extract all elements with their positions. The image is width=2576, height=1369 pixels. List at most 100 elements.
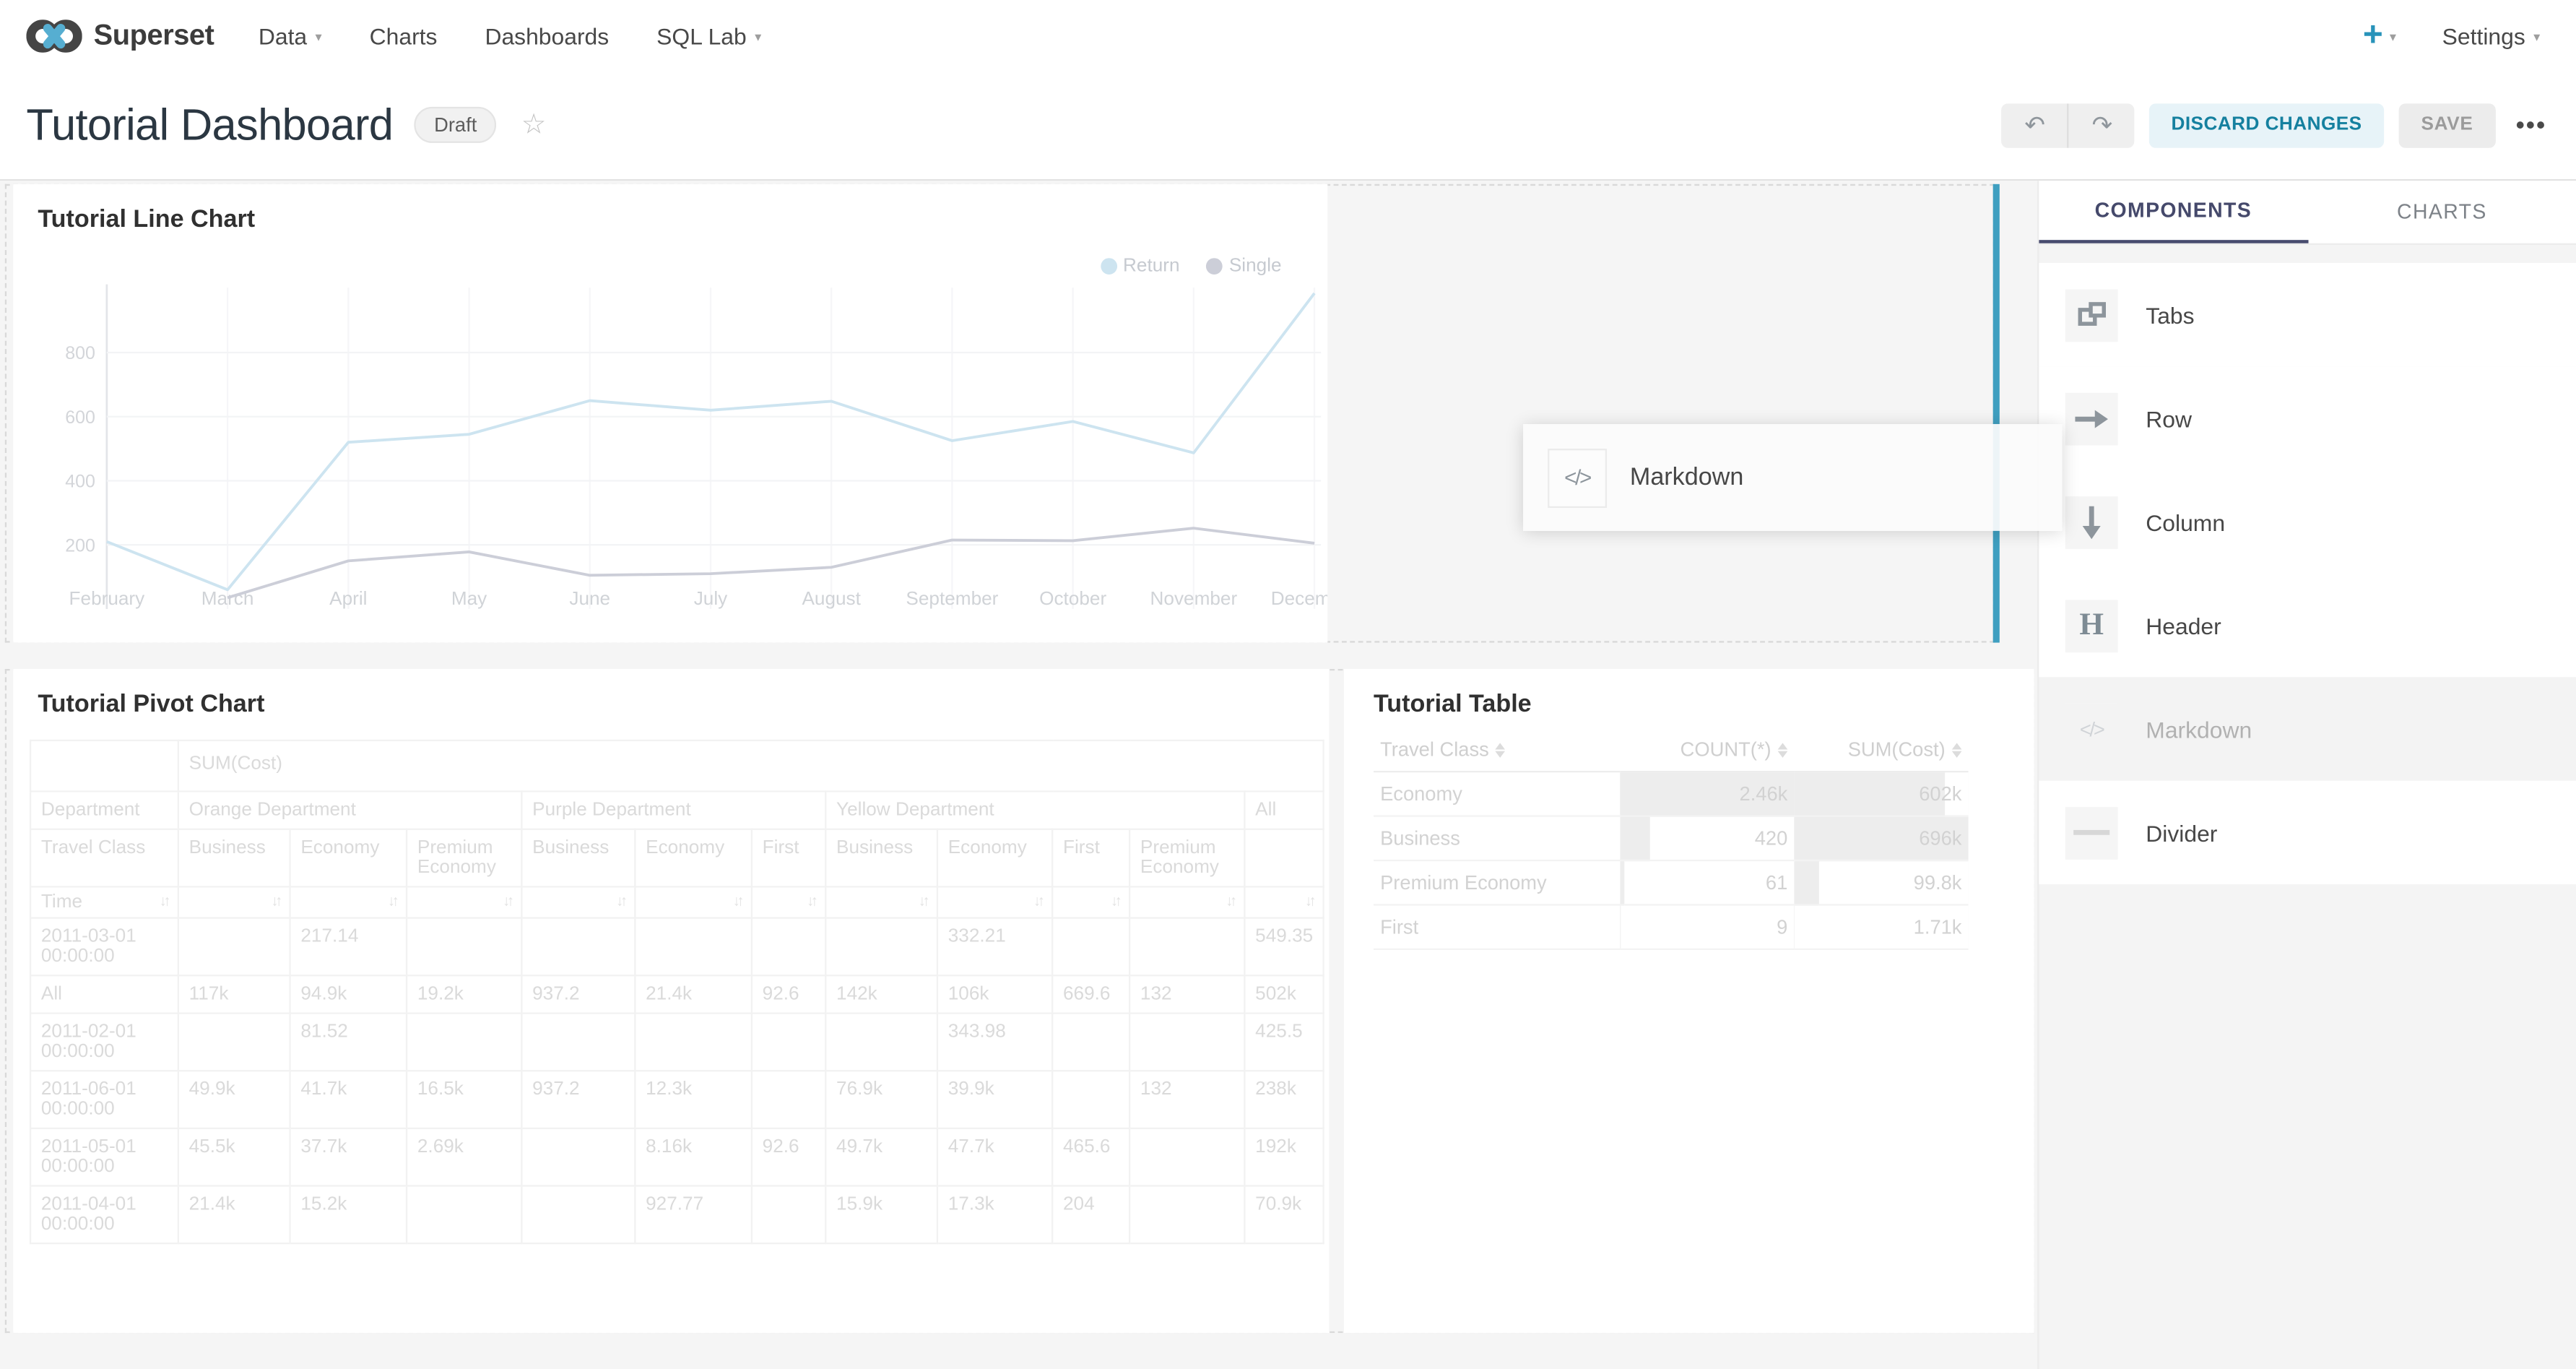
pivot-sub-column: Business xyxy=(825,829,937,887)
new-item-button[interactable]: + ▾ xyxy=(2363,18,2396,53)
pivot-row: All117k94.9k19.2k937.221.4k92.6142k106k6… xyxy=(30,975,1324,1013)
pivot-sub-column: Travel Class xyxy=(30,829,178,887)
settings-label: Settings xyxy=(2442,22,2525,48)
svg-text:400: 400 xyxy=(65,472,95,492)
svg-text:200: 200 xyxy=(65,535,95,556)
header-actions: ↶ ↷ DISCARD CHANGES SAVE ••• xyxy=(2002,103,2546,147)
sort-arrows-icon: ↓↑ xyxy=(1111,892,1119,909)
nav-item-dashboards[interactable]: Dashboards xyxy=(485,22,609,48)
sidebar-item-label: Column xyxy=(2146,509,2225,535)
svg-text:July: July xyxy=(694,587,728,609)
chevron-down-icon: ▾ xyxy=(755,30,761,44)
superset-infinity-icon xyxy=(26,14,82,56)
component-list: TabsRow Column HHeader</>MarkdownDivider xyxy=(2039,263,2576,884)
row-arrow-icon xyxy=(2065,392,2118,445)
markdown-icon: </> xyxy=(2065,703,2118,756)
pivot-col-group: Yellow Department xyxy=(825,791,1244,829)
chevron-down-icon: ▾ xyxy=(2390,30,2396,44)
table-header-count-[interactable]: COUNT(*) xyxy=(1620,728,1794,772)
tab-charts[interactable]: CHARTS xyxy=(2307,181,2576,243)
sort-arrows-icon: ↓↑ xyxy=(1226,892,1233,909)
pivot-row-label: 2011-03-01 00:00:00 xyxy=(30,918,178,976)
superset-logo[interactable]: Superset xyxy=(26,14,214,56)
sidebar-item-row[interactable]: Row xyxy=(2039,366,2576,470)
sidebar-item-tabs[interactable]: Tabs xyxy=(2039,263,2576,366)
discard-changes-button[interactable]: DISCARD CHANGES xyxy=(2150,103,2383,147)
chevron-down-icon: ▾ xyxy=(2533,30,2540,44)
sort-arrows-icon: ↓↑ xyxy=(616,892,624,909)
redo-button[interactable]: ↷ xyxy=(2068,103,2135,147)
pivot-row: 2011-04-01 00:00:0021.4k15.2k927.7715.9k… xyxy=(30,1186,1324,1243)
sort-arrows-icon: ↓↑ xyxy=(388,892,396,909)
svg-text:May: May xyxy=(451,587,487,609)
page-title[interactable]: Tutorial Dashboard xyxy=(26,100,393,151)
pivot-row-axis-sort[interactable]: Time↓↑ xyxy=(30,886,178,917)
pivot-column-sort[interactable]: ↓↑ xyxy=(290,886,407,917)
pivot-column-sort[interactable]: ↓↑ xyxy=(635,886,752,917)
pivot-column-sort[interactable]: ↓↑ xyxy=(407,886,521,917)
superset-app: Superset Data▾ Charts Dashboards SQL Lab▾ +… xyxy=(0,0,2576,1369)
pivot-sub-column: First xyxy=(752,829,825,887)
column-arrow-icon xyxy=(2065,496,2118,548)
svg-text:June: June xyxy=(569,587,610,609)
pivot-column-sort[interactable]: ↓↑ xyxy=(825,886,937,917)
pivot-column-sort[interactable]: ↓↑ xyxy=(178,886,290,917)
sidebar-item-header[interactable]: HHeader xyxy=(2039,574,2576,677)
pivot-column-sort[interactable]: ↓↑ xyxy=(521,886,635,917)
table-chart-card[interactable]: Tutorial Table Travel ClassCOUNT(*)SUM(C… xyxy=(1344,669,2034,1333)
sidebar-item-divider[interactable]: Divider xyxy=(2039,781,2576,884)
nav-item-data[interactable]: Data▾ xyxy=(259,22,322,48)
pivot-sub-column: Economy xyxy=(635,829,752,887)
pivot-chart-card[interactable]: Tutorial Pivot Chart SUM(Cost)Department… xyxy=(13,669,1329,1333)
table-row: Premium Economy6199.8k xyxy=(1374,860,1969,904)
sidebar-item-label: Header xyxy=(2146,612,2221,638)
pivot-col-group: All xyxy=(1244,791,1324,829)
sort-arrows-icon: ↓↑ xyxy=(1033,892,1041,909)
svg-text:February: February xyxy=(69,587,146,609)
sort-arrows-icon: ↓↑ xyxy=(271,892,279,909)
nav-item-charts[interactable]: Charts xyxy=(370,22,438,48)
line-chart-plot: 200400600800FebruaryMarchAprilMayJuneJul… xyxy=(13,271,1327,624)
nav-item-sql-lab[interactable]: SQL Lab▾ xyxy=(656,22,761,48)
dashboard-header: Tutorial Dashboard Draft ☆ ↶ ↷ DISCARD C… xyxy=(0,71,2576,181)
svg-text:December: December xyxy=(1271,587,1328,609)
sort-arrows-icon: ↓↑ xyxy=(733,892,741,909)
favorite-star-icon[interactable]: ☆ xyxy=(521,108,547,142)
svg-text:April: April xyxy=(329,587,367,609)
sort-arrows-icon: ↓↑ xyxy=(503,892,511,909)
dashboard-canvas: Tutorial Line Chart ReturnSingle 2004006… xyxy=(0,181,2037,1369)
line-chart-card[interactable]: Tutorial Line Chart ReturnSingle 2004006… xyxy=(13,184,1327,643)
pivot-column-sort[interactable]: ↓↑ xyxy=(1129,886,1244,917)
svg-text:800: 800 xyxy=(65,343,95,363)
more-options-button[interactable]: ••• xyxy=(2516,111,2547,139)
tab-components[interactable]: COMPONENTS xyxy=(2039,181,2307,243)
settings-menu[interactable]: Settings ▾ xyxy=(2442,22,2541,48)
pivot-col-group: Orange Department xyxy=(178,791,521,829)
drop-target-indicator xyxy=(1993,184,2000,643)
sidebar-tabs: COMPONENTS CHARTS xyxy=(2039,181,2576,245)
sort-arrows-icon: ↓↑ xyxy=(1305,892,1313,909)
pivot-row-label: All xyxy=(30,975,178,1013)
pivot-column-sort[interactable]: ↓↑ xyxy=(1052,886,1129,917)
chart-title: Tutorial Line Chart xyxy=(38,205,255,233)
undo-button[interactable]: ↶ xyxy=(2002,103,2068,147)
sidebar-item-column[interactable]: Column xyxy=(2039,470,2576,574)
svg-text:September: September xyxy=(906,587,998,609)
pivot-sub-column: Business xyxy=(178,829,290,887)
builder-sidebar: COMPONENTS CHARTS TabsRowColumnHHeader</… xyxy=(2037,181,2576,1369)
table-header-travel-class[interactable]: Travel Class xyxy=(1374,728,1620,772)
pivot-table: SUM(Cost)DepartmentOrange DepartmentPurp… xyxy=(30,740,1324,1244)
drag-ghost-label: Markdown xyxy=(1630,464,1743,492)
table-header-sum-cost-[interactable]: SUM(Cost) xyxy=(1794,728,1968,772)
sidebar-item-markdown[interactable]: </>Markdown xyxy=(2039,677,2576,780)
pivot-column-sort[interactable]: ↓↑ xyxy=(937,886,1052,917)
save-button[interactable]: SAVE xyxy=(2398,103,2497,147)
pivot-sub-column: Economy xyxy=(290,829,407,887)
pivot-column-sort[interactable]: ↓↑ xyxy=(1244,886,1324,917)
pivot-sub-column: Business xyxy=(521,829,635,887)
plus-icon: + xyxy=(2363,18,2383,53)
drag-ghost-markdown[interactable]: </> Markdown xyxy=(1523,424,2062,531)
pivot-column-sort[interactable]: ↓↑ xyxy=(752,886,825,917)
status-badge: Draft xyxy=(415,107,497,143)
pivot-row: 2011-05-01 00:00:0045.5k37.7k2.69k8.16k9… xyxy=(30,1128,1324,1186)
